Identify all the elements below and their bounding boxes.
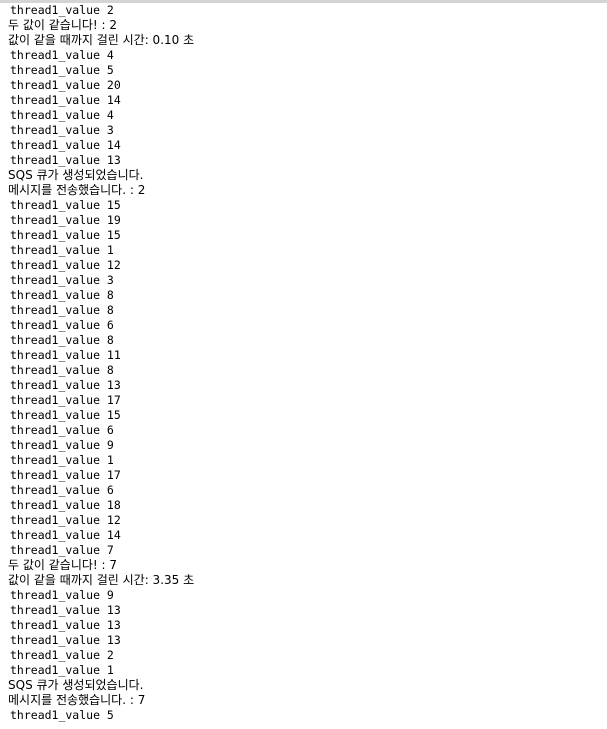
console-log-line: thread1_value 17 xyxy=(10,468,121,482)
console-log-list: thread1_value 2두 값이 같습니다! : 2 값이 같을 때까지 걸… xyxy=(0,3,607,723)
console-log-line: SQS 큐가 생성되었습니다. xyxy=(8,678,144,692)
console-log-line: thread1_value 13 xyxy=(10,633,121,647)
console-log-line: thread1_value 3 xyxy=(10,273,114,287)
console-log-line: 메시지를 전송했습니다. : 2 xyxy=(8,183,146,197)
console-log-line: thread1_value 15 xyxy=(10,198,121,212)
console-log-line: thread1_value 15 xyxy=(10,408,121,422)
console-log-line: thread1_value 14 xyxy=(10,138,121,152)
console-log-line: thread1_value 1 xyxy=(10,453,114,467)
console-log-line: thread1_value 13 xyxy=(10,618,121,632)
console-log-line: thread1_value 1 xyxy=(10,663,114,677)
console-log-line: thread1_value 6 xyxy=(10,318,114,332)
console-log-line: thread1_value 2 xyxy=(10,648,114,662)
console-log-line: thread1_value 2 xyxy=(10,3,114,17)
console-log-line: thread1_value 6 xyxy=(10,483,114,497)
console-log-line: thread1_value 6 xyxy=(10,423,114,437)
console-log-line: thread1_value 4 xyxy=(10,48,114,62)
console-log-line: thread1_value 5 xyxy=(10,63,114,77)
console-log-line: 두 값이 같습니다! : 2 xyxy=(8,18,118,32)
console-log-line: thread1_value 14 xyxy=(10,528,121,542)
console-log-line: thread1_value 13 xyxy=(10,603,121,617)
console-log-line: thread1_value 13 xyxy=(10,153,121,167)
console-log-line: thread1_value 11 xyxy=(10,348,121,362)
console-log-line: thread1_value 12 xyxy=(10,258,121,272)
console-log-line: thread1_value 4 xyxy=(10,108,114,122)
console-log-line: thread1_value 14 xyxy=(10,93,121,107)
console-log-line: thread1_value 8 xyxy=(10,288,114,302)
console-log-line: 값이 같을 때까지 걸린 시간: 0.10 초 xyxy=(8,33,195,47)
console-log-line: thread1_value 9 xyxy=(10,438,114,452)
console-log-line: thread1_value 19 xyxy=(10,213,121,227)
console-log-line: thread1_value 8 xyxy=(10,303,114,317)
console-log-line: SQS 큐가 생성되었습니다. xyxy=(8,168,144,182)
console-log-line: thread1_value 7 xyxy=(10,543,114,557)
console-log-line: thread1_value 18 xyxy=(10,498,121,512)
console-log-line: 값이 같을 때까지 걸린 시간: 3.35 초 xyxy=(8,573,195,587)
console-log-line: thread1_value 3 xyxy=(10,123,114,137)
console-log-line: thread1_value 17 xyxy=(10,393,121,407)
console-log-line: thread1_value 12 xyxy=(10,513,121,527)
console-log-line: thread1_value 9 xyxy=(10,588,114,602)
console-log-line: 메시지를 전송했습니다. : 7 xyxy=(8,693,146,707)
console-log-line: thread1_value 15 xyxy=(10,228,121,242)
console-log-line: thread1_value 13 xyxy=(10,378,121,392)
console-log-line: thread1_value 8 xyxy=(10,363,114,377)
console-log-line: thread1_value 1 xyxy=(10,243,114,257)
console-log-line: 두 값이 같습니다! : 7 xyxy=(8,558,118,572)
console-log-line: thread1_value 20 xyxy=(10,78,121,92)
console-log-line: thread1_value 5 xyxy=(10,708,114,722)
console-output-panel[interactable]: thread1_value 2두 값이 같습니다! : 2 값이 같을 때까지 걸… xyxy=(0,0,607,729)
console-log-line: thread1_value 8 xyxy=(10,333,114,347)
